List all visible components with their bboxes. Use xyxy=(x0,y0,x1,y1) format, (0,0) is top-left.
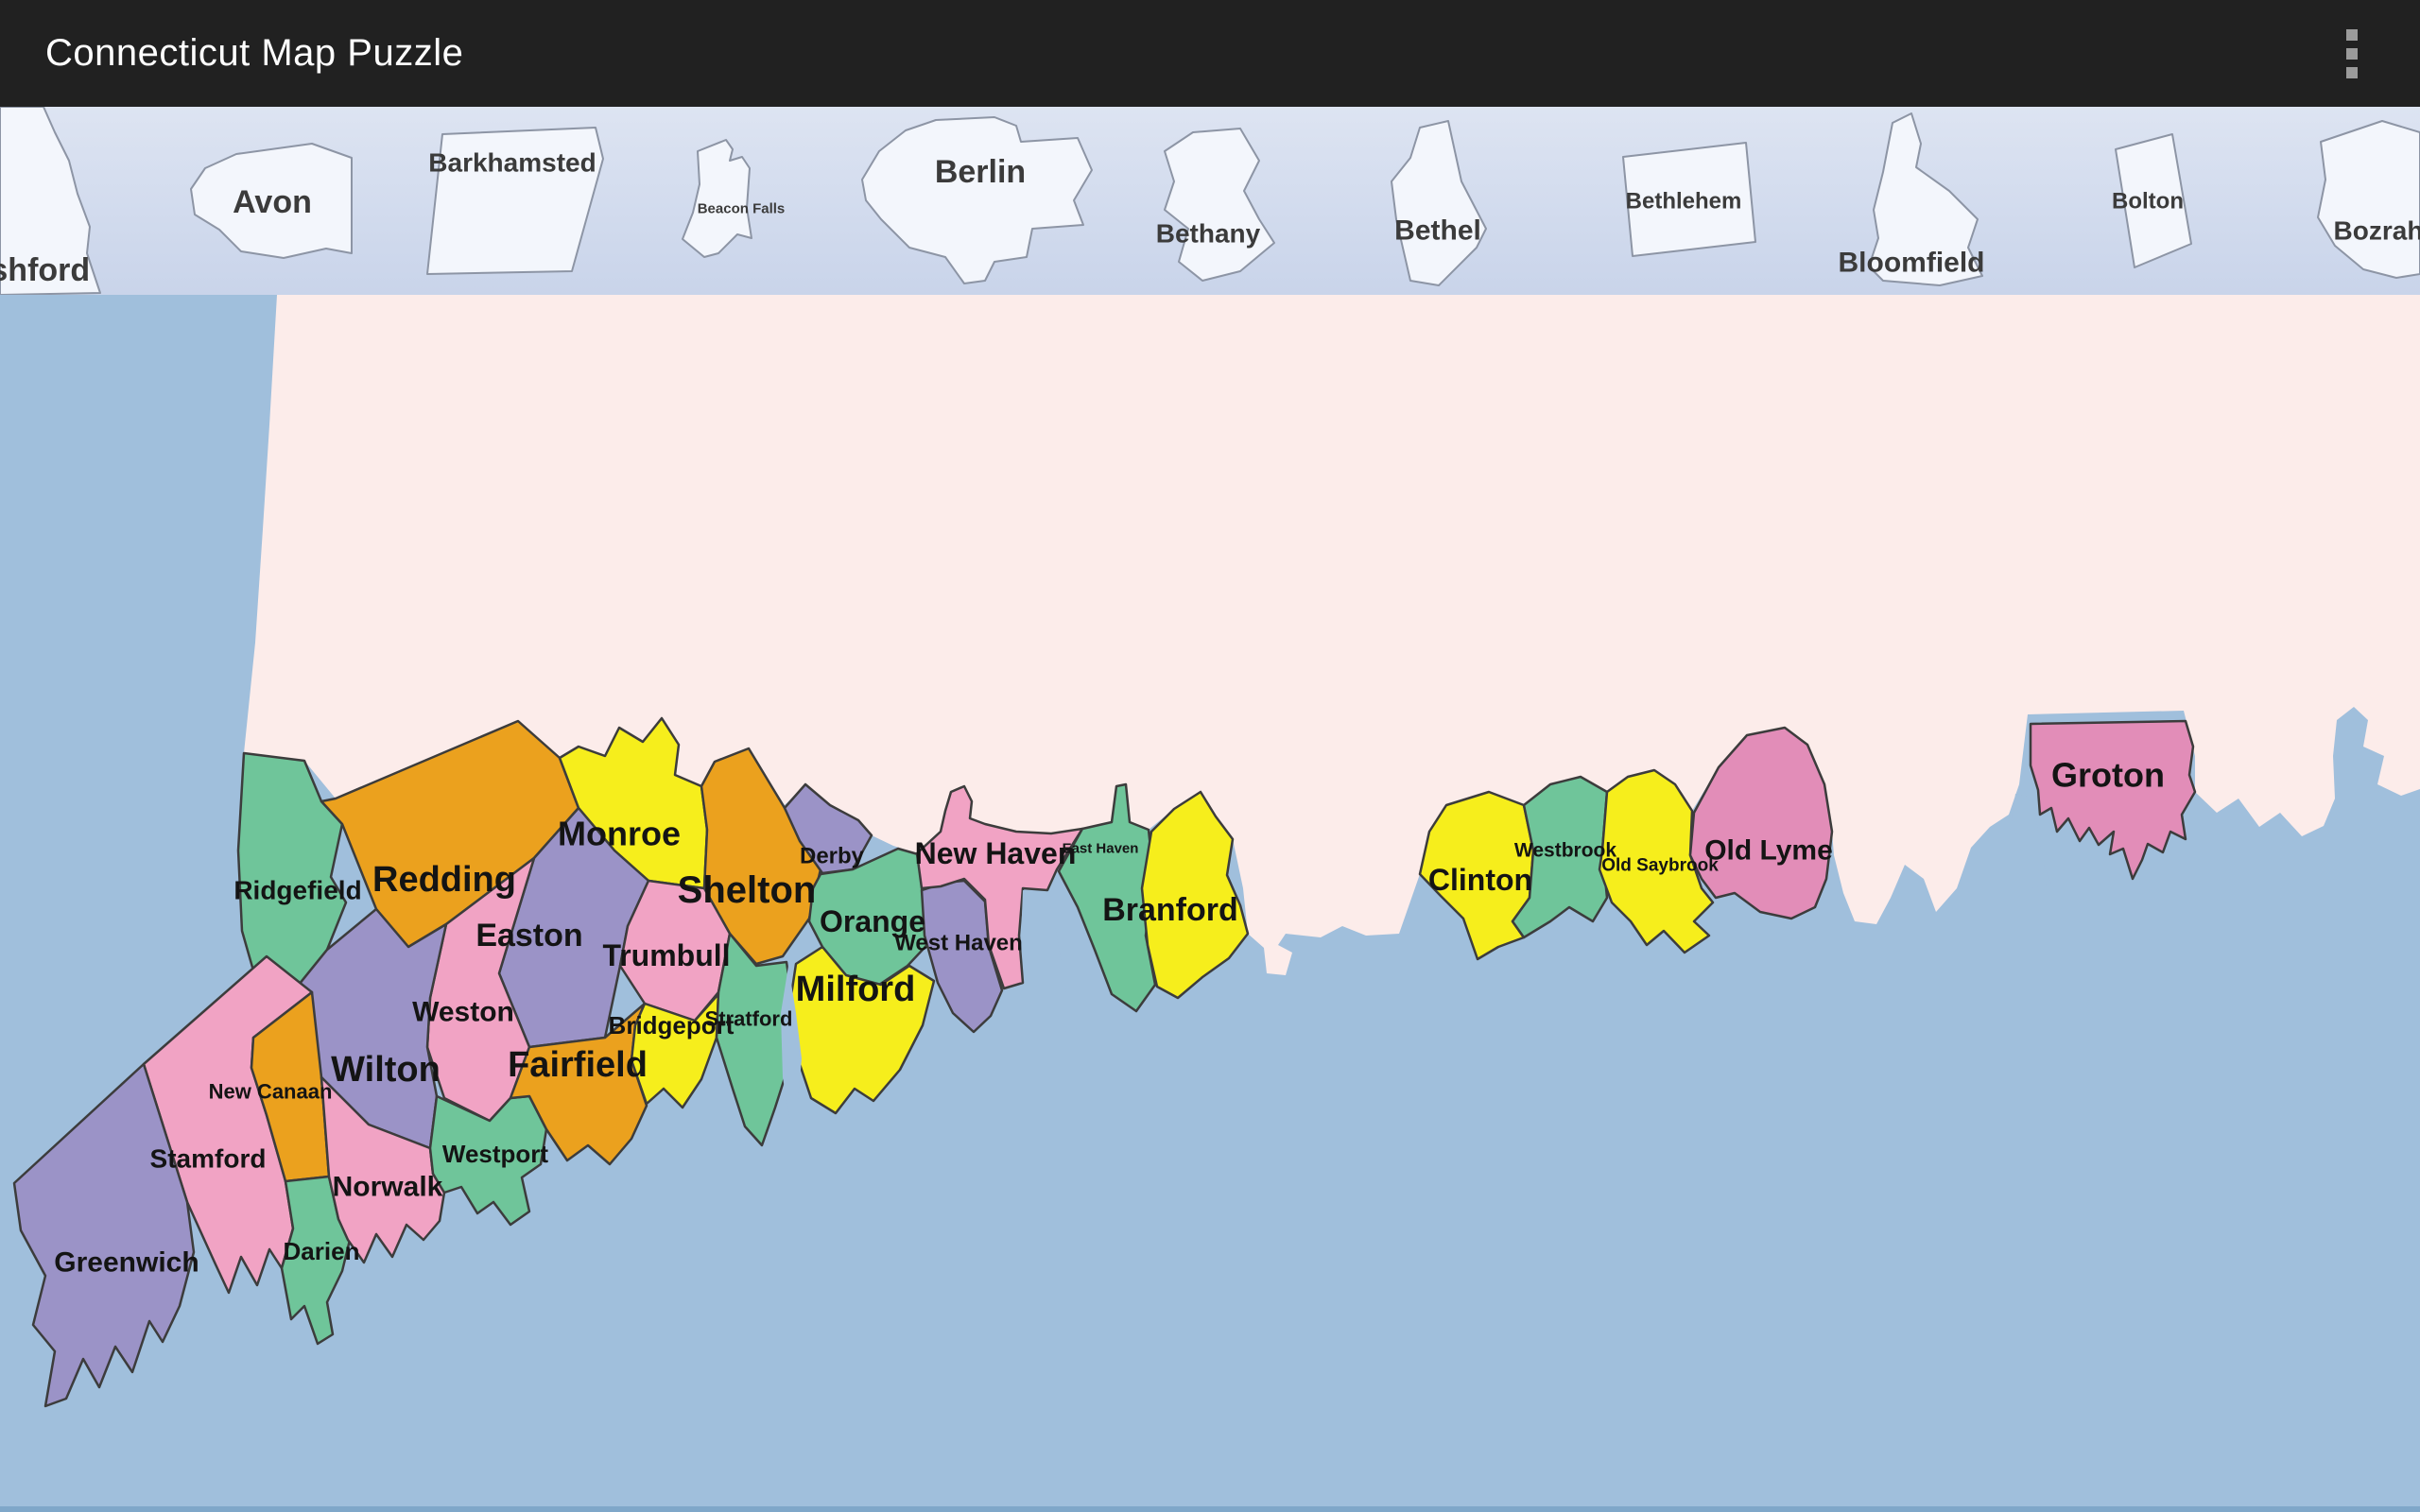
town-label-old-saybrook: Old Saybrook xyxy=(1601,856,1719,876)
app-bar: Connecticut Map Puzzle xyxy=(0,0,2420,107)
town-label-milford: Milford xyxy=(796,970,916,1009)
town-label-branford: Branford xyxy=(1102,892,1238,928)
town-label-clinton: Clinton xyxy=(1428,863,1532,897)
tray-label: Avon xyxy=(233,184,312,220)
town-label-greenwich: Greenwich xyxy=(54,1247,199,1279)
town-label-norwalk: Norwalk xyxy=(333,1172,443,1203)
town-label-groton: Groton xyxy=(2051,756,2165,795)
map-board: Ridgefield Redding Monroe Shelton Derby … xyxy=(0,295,2420,1512)
town-label-easton: Easton xyxy=(475,918,582,954)
menu-dot xyxy=(2346,67,2358,78)
tray-label: Ashford xyxy=(0,252,90,288)
town-label-weston: Weston xyxy=(412,997,514,1028)
town-label-east-haven: East Haven xyxy=(1063,841,1139,857)
piece-tray: Ashford Avon Barkhamsted Beacon Falls Be… xyxy=(0,107,2420,295)
tray-label: Barkhamsted xyxy=(428,148,596,178)
town-label-old-lyme: Old Lyme xyxy=(1704,835,1833,867)
town-label-westport: Westport xyxy=(442,1140,549,1168)
town-label-darien: Darien xyxy=(284,1237,360,1265)
town-label-stamford: Stamford xyxy=(150,1144,267,1174)
town-label-redding: Redding xyxy=(372,860,516,900)
menu-dot xyxy=(2346,48,2358,60)
town-label-stratford: Stratford xyxy=(705,1007,793,1031)
town-label-ridgefield: Ridgefield xyxy=(233,876,361,905)
tray-label: Bolton xyxy=(2112,189,2184,215)
tray-label: Bethlehem xyxy=(1626,189,1742,215)
app-screen: Connecticut Map Puzzle Ashford Avon xyxy=(0,0,2420,1512)
town-label-new-haven: New Haven xyxy=(915,836,1077,870)
tray-piece-bethlehem[interactable]: Bethlehem xyxy=(1623,143,1755,256)
tray-label: Beacon Falls xyxy=(698,201,786,217)
town-label-shelton: Shelton xyxy=(678,869,817,911)
tray-label: Bozrah xyxy=(2334,216,2420,246)
tray-label: Bethel xyxy=(1394,215,1481,247)
overflow-menu-icon[interactable] xyxy=(2337,20,2367,88)
map-bottom-edge xyxy=(0,1506,2420,1512)
tray-piece-barkhamsted[interactable]: Barkhamsted xyxy=(427,128,603,274)
tray-label: Berlin xyxy=(935,154,1026,190)
town-label-trumbull: Trumbull xyxy=(602,938,730,972)
tray-label: Bloomfield xyxy=(1839,248,1985,279)
town-label-monroe: Monroe xyxy=(558,815,681,853)
menu-dot xyxy=(2346,29,2358,41)
town-label-wilton: Wilton xyxy=(331,1050,441,1090)
tray-label: Bethany xyxy=(1156,219,1261,249)
town-label-west-haven: West Haven xyxy=(894,931,1023,956)
app-title: Connecticut Map Puzzle xyxy=(45,32,463,75)
town-label-derby: Derby xyxy=(800,844,865,869)
map-canvas[interactable]: Ashford Avon Barkhamsted Beacon Falls Be… xyxy=(0,107,2420,1512)
town-label-new-canaan: New Canaan xyxy=(209,1080,333,1104)
town-label-fairfield: Fairfield xyxy=(508,1045,648,1085)
